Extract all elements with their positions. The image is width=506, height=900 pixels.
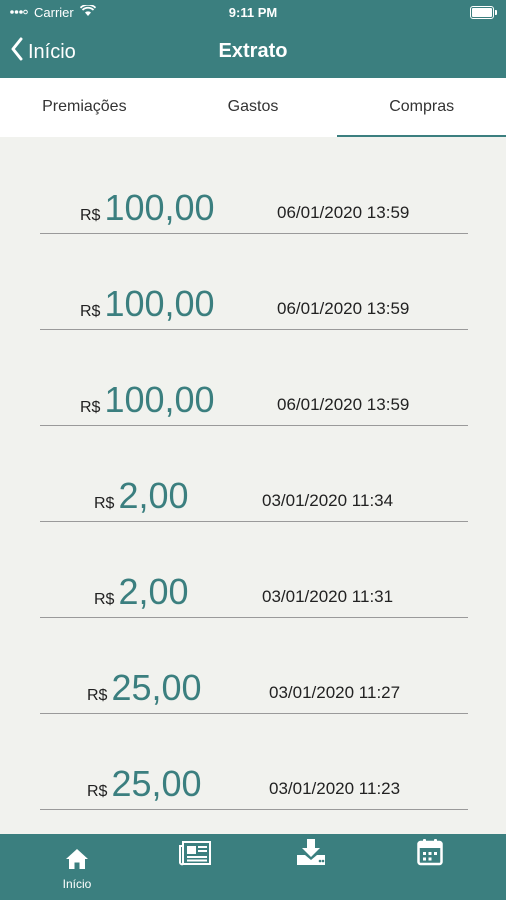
amount-value: 25,00 — [111, 763, 202, 804]
tabbar-download[interactable] — [266, 834, 356, 900]
status-time: 9:11 PM — [228, 5, 278, 20]
amount: R$ 100,00 — [80, 283, 215, 325]
page-title: Extrato — [218, 40, 288, 62]
tabbar-calendar[interactable] — [385, 834, 475, 900]
entry-datetime: 06/01/2020 13:59 — [277, 299, 410, 318]
amount: R$ 25,00 — [87, 763, 202, 805]
battery-icon — [470, 6, 497, 19]
list-item[interactable]: R$ 100,00 06/01/2020 13:59 — [40, 329, 468, 426]
segment-tabs: Premiações Gastos Compras — [0, 78, 506, 137]
amount-value: 2,00 — [118, 571, 189, 612]
currency-label: R$ — [94, 591, 115, 608]
tabbar-news[interactable] — [150, 834, 240, 900]
entry-datetime: 03/01/2020 11:27 — [269, 683, 401, 702]
amount: R$ 100,00 — [80, 379, 215, 421]
currency-label: R$ — [87, 687, 108, 704]
app-header: Carrier 9:11 PM Início Extrato — [0, 0, 506, 78]
entry-datetime: 03/01/2020 11:23 — [269, 779, 401, 798]
amount: R$ 2,00 — [94, 475, 189, 517]
entry-datetime: 03/01/2020 11:34 — [262, 491, 394, 510]
tabbar-home-label: Início — [62, 877, 92, 891]
tab-compras[interactable]: Compras — [337, 78, 506, 137]
navigation-bar: Início Extrato — [0, 26, 506, 78]
home-icon — [65, 834, 89, 875]
list-item[interactable]: R$ 2,00 03/01/2020 11:34 — [40, 425, 468, 522]
calendar-icon — [417, 834, 443, 871]
currency-label: R$ — [94, 495, 115, 512]
amount: R$ 25,00 — [87, 667, 202, 709]
amount-value: 100,00 — [104, 187, 215, 228]
newspaper-icon — [179, 834, 211, 871]
entry-datetime: 06/01/2020 13:59 — [277, 203, 410, 222]
amount: R$ 100,00 — [80, 187, 215, 229]
currency-label: R$ — [80, 399, 101, 416]
currency-label: R$ — [80, 303, 101, 320]
entry-datetime: 03/01/2020 11:31 — [262, 587, 394, 606]
amount-value: 100,00 — [104, 283, 215, 324]
tab-gastos[interactable]: Gastos — [169, 78, 338, 137]
bottom-tab-bar: Início — [0, 834, 506, 900]
list-item[interactable]: R$ 2,00 03/01/2020 11:31 — [40, 521, 468, 618]
amount: R$ 2,00 — [94, 571, 189, 613]
entry-datetime: 06/01/2020 13:59 — [277, 395, 410, 414]
download-icon — [296, 834, 326, 871]
list-item[interactable]: R$ 25,00 03/01/2020 11:23 — [40, 713, 468, 810]
status-bar: Carrier 9:11 PM — [0, 0, 506, 26]
amount-value: 2,00 — [118, 475, 189, 516]
tabbar-home[interactable]: Início — [32, 834, 122, 900]
tab-premiacoes[interactable]: Premiações — [0, 78, 169, 137]
list-item[interactable]: R$ 25,00 03/01/2020 11:27 — [40, 617, 468, 714]
currency-label: R$ — [80, 207, 101, 224]
currency-label: R$ — [87, 783, 108, 800]
list-item[interactable]: R$ 100,00 06/01/2020 13:59 — [40, 233, 468, 330]
list-item[interactable]: R$ 100,00 06/01/2020 13:59 — [40, 137, 468, 234]
amount-value: 100,00 — [104, 379, 215, 420]
amount-value: 25,00 — [111, 667, 202, 708]
